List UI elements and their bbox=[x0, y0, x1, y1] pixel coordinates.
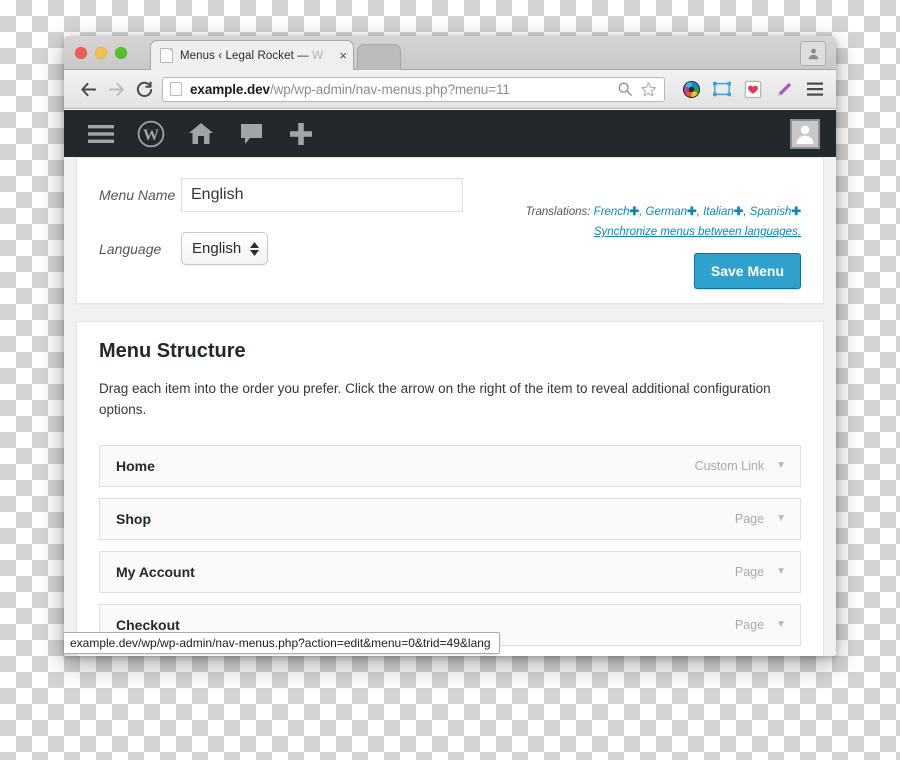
new-tab-button[interactable] bbox=[357, 44, 401, 70]
menu-item-title: My Account bbox=[116, 563, 195, 580]
back-button[interactable] bbox=[74, 75, 102, 103]
menu-item-expand-icon[interactable]: ▼ bbox=[776, 566, 786, 577]
status-bar-url-preview: example.dev/wp/wp-admin/nav-menus.php?ac… bbox=[64, 632, 500, 654]
stepper-arrows-icon bbox=[250, 241, 260, 256]
reload-button[interactable] bbox=[130, 75, 158, 103]
menu-item-type: Page bbox=[734, 564, 765, 579]
menu-name-label: Menu Name bbox=[99, 187, 176, 203]
menu-settings-panel: Menu Name Language English bbox=[76, 157, 824, 304]
menu-structure-panel: Menu Structure Drag each item into the o… bbox=[76, 321, 824, 656]
save-menu-button[interactable]: Save Menu bbox=[693, 253, 801, 289]
star-icon[interactable] bbox=[640, 81, 657, 98]
menu-item-title: Shop bbox=[116, 510, 151, 527]
browser-extensions bbox=[671, 78, 826, 100]
home-icon bbox=[189, 123, 213, 144]
tab-title: Menus ‹ Legal Rocket — W bbox=[180, 49, 324, 62]
browser-toolbar: example.dev/wp/wp-admin/nav-menus.php?me… bbox=[64, 70, 836, 109]
translation-link-spanish[interactable]: Spanish bbox=[750, 206, 792, 218]
menu-item-expand-icon[interactable]: ▼ bbox=[776, 513, 786, 524]
translation-link-french[interactable]: French bbox=[594, 206, 630, 218]
pen-extension-button[interactable] bbox=[773, 78, 795, 100]
language-select-value: English bbox=[192, 240, 242, 257]
heart-card-icon bbox=[744, 80, 762, 98]
window-controls bbox=[75, 47, 127, 59]
menu-structure-description: Drag each item into the order you prefer… bbox=[99, 381, 771, 417]
screenshot-frame-icon bbox=[713, 81, 731, 97]
tab-close-icon[interactable]: × bbox=[339, 49, 347, 62]
color-wheel-extension-button[interactable] bbox=[680, 78, 702, 100]
minimize-window-button[interactable] bbox=[95, 47, 107, 59]
menu-item-row[interactable]: My Account Page ▼ bbox=[99, 550, 801, 593]
menu-structure-title: Menu Structure bbox=[99, 340, 246, 362]
adminbar-wordpress-logo[interactable]: W bbox=[126, 110, 176, 157]
menu-item-type: Page bbox=[734, 511, 765, 526]
translation-link-german[interactable]: German bbox=[646, 206, 688, 218]
language-select[interactable]: English bbox=[181, 232, 269, 265]
tab-favicon-icon bbox=[160, 48, 173, 63]
translations-block: Translations: French✚, German✚, Italian✚… bbox=[525, 202, 801, 242]
adminbar-site-home[interactable] bbox=[176, 110, 226, 157]
translations-prefix: Translations: bbox=[525, 206, 591, 218]
browser-profile-button[interactable] bbox=[800, 41, 826, 66]
browser-tab-strip: Menus ‹ Legal Rocket — W × bbox=[64, 36, 836, 70]
menu-item-type: Custom Link bbox=[694, 458, 765, 473]
comment-bubble-icon bbox=[240, 123, 262, 144]
user-avatar-icon bbox=[796, 125, 814, 144]
address-bar[interactable]: example.dev/wp/wp-admin/nav-menus.php?me… bbox=[162, 76, 665, 102]
wp-admin-content: Menu Name Language English bbox=[64, 157, 836, 656]
svg-text:W: W bbox=[143, 127, 159, 144]
save-menu-row: Save Menu bbox=[693, 253, 801, 289]
adminbar-new-content[interactable] bbox=[276, 110, 326, 157]
page-viewport: W Menu Name English Language English Tra… bbox=[64, 110, 836, 656]
back-arrow-icon bbox=[80, 82, 96, 96]
wp-admin-bar: W bbox=[64, 110, 836, 157]
add-translation-italian-icon[interactable]: ✚ bbox=[734, 206, 744, 218]
menu-item-title: Home bbox=[116, 457, 155, 474]
adminbar-menu-toggle[interactable] bbox=[76, 110, 126, 157]
menu-item-expand-icon[interactable]: ▼ bbox=[776, 619, 786, 630]
chevron-up-icon bbox=[250, 241, 260, 248]
browser-tab-active[interactable]: Menus ‹ Legal Rocket — W × bbox=[150, 40, 354, 70]
wordpress-icon: W bbox=[137, 120, 165, 147]
pen-icon bbox=[777, 82, 791, 96]
heart-extension-button[interactable] bbox=[742, 78, 764, 100]
hamburger-icon bbox=[88, 124, 114, 143]
close-window-button[interactable] bbox=[75, 47, 87, 59]
maximize-window-button[interactable] bbox=[115, 47, 127, 59]
menu-item-title: Checkout bbox=[116, 616, 180, 633]
page-favicon-icon bbox=[170, 82, 182, 96]
add-translation-french-icon[interactable]: ✚ bbox=[629, 206, 639, 218]
profile-avatar-icon bbox=[808, 48, 818, 60]
chevron-down-icon bbox=[250, 249, 260, 256]
add-translation-german-icon[interactable]: ✚ bbox=[687, 206, 697, 218]
menu-name-input[interactable] bbox=[181, 178, 463, 212]
language-label: Language bbox=[99, 240, 162, 257]
menu-item-expand-icon[interactable]: ▼ bbox=[776, 460, 786, 471]
add-translation-spanish-icon[interactable]: ✚ bbox=[791, 206, 801, 218]
adminbar-comments[interactable] bbox=[226, 110, 276, 157]
menu-item-row[interactable]: Home Custom Link ▼ bbox=[99, 444, 801, 487]
translation-link-italian[interactable]: Italian bbox=[703, 206, 734, 218]
menu-item-row[interactable]: Shop Page ▼ bbox=[99, 497, 801, 540]
forward-arrow-icon bbox=[108, 82, 124, 96]
hamburger-menu-icon bbox=[807, 82, 823, 96]
browser-window: Menus ‹ Legal Rocket — W × example.dev/w… bbox=[64, 36, 836, 656]
browser-menu-button[interactable] bbox=[804, 78, 826, 100]
address-bar-url: example.dev/wp/wp-admin/nav-menus.php?me… bbox=[190, 81, 510, 97]
forward-button[interactable] bbox=[102, 75, 130, 103]
magnifier-icon[interactable] bbox=[617, 81, 633, 97]
color-wheel-icon bbox=[682, 80, 700, 98]
adminbar-account-avatar[interactable] bbox=[790, 118, 820, 149]
synchronize-menus-link[interactable]: Synchronize menus between languages. bbox=[525, 222, 801, 242]
translations-line: Translations: French✚, German✚, Italian✚… bbox=[525, 206, 801, 218]
screenshot-extension-button[interactable] bbox=[711, 78, 733, 100]
plus-icon bbox=[290, 122, 312, 145]
reload-icon bbox=[136, 80, 152, 97]
menu-item-type: Page bbox=[734, 617, 765, 632]
